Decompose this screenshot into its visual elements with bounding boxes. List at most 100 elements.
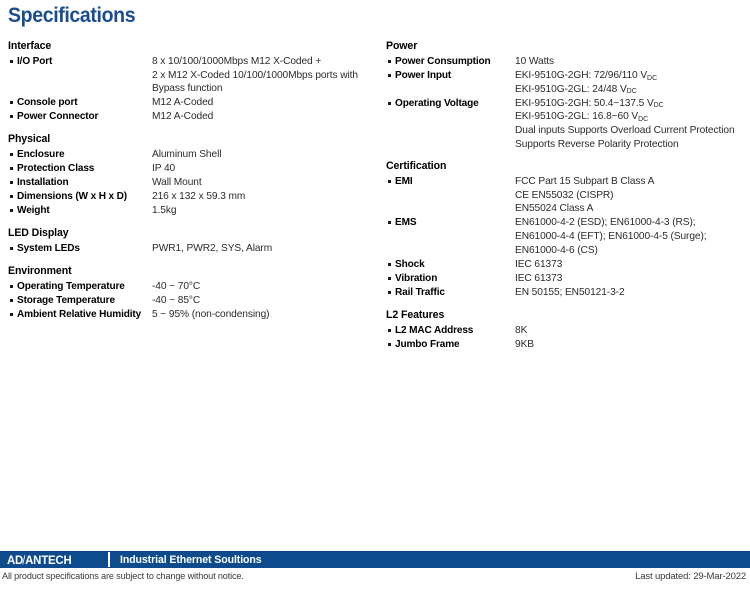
spec-value: PWR1, PWR2, SYS, Alarm (152, 242, 373, 256)
bullet-square-icon (386, 55, 395, 63)
spec-row: EMI FCC Part 15 Subpart B Class A CE EN550… (386, 175, 746, 216)
spec-label: Jumbo Frame (395, 337, 460, 350)
bullet-square-icon (386, 258, 395, 266)
spec-row: Protection Class IP 40 (8, 162, 380, 176)
spec-label: Installation (17, 176, 69, 189)
spec-value-line: EKI-9510G-2GL: 16.8~60 VDC (515, 110, 649, 123)
spec-value: EN61000-4-2 (ESD); EN61000-4-3 (RS); EN61… (515, 216, 739, 257)
spec-group: Physical Enclosure Aluminum Shell Protectio… (8, 133, 380, 218)
spec-group-title: LED Display (8, 226, 69, 239)
spec-group-title: Certification (386, 160, 447, 173)
bullet-square-icon (8, 204, 17, 213)
spec-value: 8 x 10/100/1000Mbps M12 X-Coded +2 x M12… (152, 55, 373, 96)
spec-value-line: Wall Mount (152, 176, 202, 189)
spec-value: IP 40 (152, 162, 373, 176)
spec-group: Environment Operating Temperature -40 ~ 70… (8, 265, 380, 322)
spec-value: -40 ~ 85°C (152, 294, 373, 308)
spec-value-line: Supports Reverse Polarity Protection (515, 137, 679, 150)
spec-value-line: IEC 61373 (515, 271, 563, 284)
spec-label: EMI (395, 175, 413, 188)
spec-row: System LEDs PWR1, PWR2, SYS, Alarm (8, 242, 380, 256)
spec-value: 5 ~ 95% (non-condensing) (152, 308, 373, 322)
spec-row: Jumbo Frame 9KB (386, 338, 746, 352)
spec-label: Console port (17, 96, 78, 109)
spec-value-line: Aluminum Shell (152, 147, 222, 160)
spec-row: Operating Temperature -40 ~ 70°C (8, 280, 380, 294)
spec-value-line: -40 ~ 70°C (152, 279, 201, 292)
bullet-square-icon (386, 216, 395, 225)
spec-value: FCC Part 15 Subpart B Class A CE EN55032 … (515, 175, 739, 216)
spec-group: Power Power Consumption 10 Watts Power Inpu… (386, 40, 746, 151)
spec-value: Aluminum Shell (152, 148, 373, 162)
spec-value: Wall Mount (152, 176, 373, 190)
spec-row: Ambient Relative Humidity 5 ~ 95% (non-co… (8, 308, 380, 322)
spec-label: EMS (395, 216, 417, 229)
bullet-square-icon (8, 176, 17, 185)
spec-value-line: EKI-9510G-2GH: 50.4~137.5 VDC (515, 96, 664, 110)
footer-divider (108, 552, 110, 567)
spec-value: IEC 61373 (515, 258, 739, 272)
spec-value: M12 A-Coded (152, 96, 373, 110)
spec-column-left: Interface I/O Port 8 x 10/100/1000Mbps M12… (8, 40, 380, 330)
spec-value-line: EKI-9510G-2GH: 72/96/110 VDC (515, 69, 658, 82)
spec-value-line: 2 x M12 X-Coded 10/100/1000Mbps ports wi… (152, 68, 358, 81)
spec-value-line: 5 ~ 95% (non-condensing) (152, 307, 270, 320)
spec-row: Enclosure Aluminum Shell (8, 148, 380, 162)
spec-group-title: Interface (8, 40, 52, 52)
spec-label: Shock (395, 257, 425, 270)
spec-value: 8K (515, 324, 739, 338)
bullet-square-icon (386, 324, 395, 332)
last-updated-text: Last updated: 29-Mar-2022 (635, 571, 746, 582)
spec-row: Rail Traffic EN 50155; EN50121-3-2 (386, 286, 746, 300)
spec-row: EMS EN61000-4-2 (ESD); EN61000-4-3 (RS); E… (386, 216, 746, 257)
spec-value-line: FCC Part 15 Subpart B Class A (515, 175, 655, 188)
spec-label: Power Connector (17, 110, 99, 123)
spec-label: Storage Temperature (17, 293, 115, 306)
spec-label: L2 MAC Address (395, 323, 474, 336)
spec-value: EKI-9510G-2GH: 72/96/110 VDC EKI-9510G-2G… (515, 69, 739, 96)
spec-label: Protection Class (17, 162, 95, 175)
page-title: Specifications (8, 4, 136, 27)
spec-value: EKI-9510G-2GH: 50.4~137.5 VDC EKI-9510G-2… (515, 97, 739, 151)
spec-group: Certification EMI FCC Part 15 Subpart B Cl… (386, 160, 746, 299)
spec-label: Vibration (395, 271, 438, 284)
bullet-square-icon (386, 338, 395, 346)
spec-label: Enclosure (17, 147, 65, 160)
bullet-square-icon (8, 280, 17, 288)
spec-group-title: Environment (8, 264, 72, 277)
spec-row: Storage Temperature -40 ~ 85°C (8, 294, 380, 308)
spec-value-line: PWR1, PWR2, SYS, Alarm (152, 241, 273, 254)
spec-value-line: IEC 61373 (515, 257, 563, 270)
bullet-square-icon (8, 96, 17, 105)
spec-value-line: 1.5kg (152, 204, 177, 217)
spec-value: IEC 61373 (515, 272, 739, 286)
spec-row: Power Consumption 10 Watts (386, 55, 746, 69)
spec-value: 216 x 132 x 59.3 mm (152, 190, 373, 204)
spec-value-line: EN61000-4-6 (CS) (515, 243, 598, 256)
spec-label: I/O Port (17, 55, 53, 67)
spec-value-line: 8 x 10/100/1000Mbps M12 X-Coded + (152, 55, 322, 67)
spec-value: EN 50155; EN50121-3-2 (515, 286, 739, 300)
spec-value-line: 216 x 132 x 59.3 mm (152, 190, 246, 203)
bullet-square-icon (8, 190, 17, 199)
footer-bar: AD \ ANTECH Industrial Ethernet Soultions (0, 551, 750, 568)
bullet-square-icon (8, 162, 17, 171)
spec-label: Power Consumption (395, 55, 491, 67)
spec-group: LED Display System LEDs PWR1, PWR2, SYS, A… (8, 227, 380, 256)
spec-value-line: Dual inputs Supports Overload Current Pr… (515, 123, 735, 136)
spec-row: Weight 1.5kg (8, 204, 380, 218)
spec-row: Power Connector M12 A-Coded (8, 110, 380, 124)
spec-row: Dimensions (W x H x D) 216 x 132 x 59.3 m… (8, 190, 380, 204)
spec-label: Operating Temperature (17, 279, 125, 292)
footer-tagline: Industrial Ethernet Soultions (120, 553, 262, 566)
bullet-square-icon (8, 148, 17, 156)
bullet-square-icon (386, 286, 395, 294)
spec-row: L2 MAC Address 8K (386, 324, 746, 338)
spec-row: Power Input EKI-9510G-2GH: 72/96/110 VDC E… (386, 69, 746, 96)
spec-value: 9KB (515, 338, 739, 352)
logo-text-part2: ANTECH (25, 552, 72, 567)
spec-group-title: L2 Features (386, 308, 445, 321)
spec-label: System LEDs (17, 241, 80, 254)
spec-label: Ambient Relative Humidity (17, 307, 142, 320)
spec-group-title: Power (386, 40, 418, 52)
